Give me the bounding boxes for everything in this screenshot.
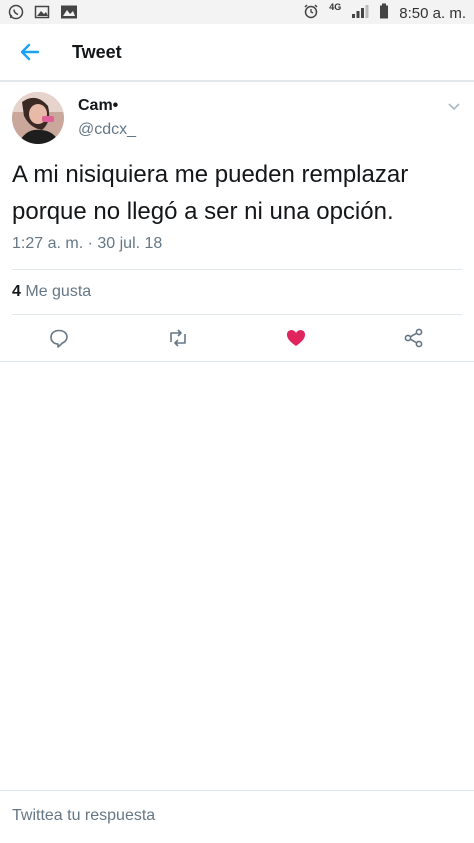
notification-icons <box>8 4 78 25</box>
more-options-button[interactable] <box>446 98 462 114</box>
avatar[interactable] <box>12 92 64 144</box>
like-button[interactable] <box>282 324 310 352</box>
page-title: Tweet <box>72 42 122 62</box>
reply-composer: Twittea tu respuesta <box>0 790 474 843</box>
retweet-button[interactable] <box>164 324 192 352</box>
app-bar: Tweet <box>0 24 474 82</box>
system-icons: 4G 8:50 a. m. <box>303 2 466 23</box>
share-icon <box>404 328 423 348</box>
signal-icon <box>351 3 369 23</box>
alarm-icon <box>303 3 319 23</box>
clock: 8:50 a. m. <box>399 4 466 22</box>
heart-icon <box>287 330 305 346</box>
like-count-label: Me gusta <box>25 283 92 300</box>
chevron-down-icon <box>448 103 460 111</box>
divider <box>12 269 462 270</box>
arrow-left-icon <box>20 43 40 61</box>
reply-button[interactable] <box>45 324 73 352</box>
tweet-actions <box>0 324 474 352</box>
retweet-icon <box>170 329 186 347</box>
status-bar: 4G 8:50 a. m. <box>0 0 474 24</box>
network-type: 4G <box>329 2 342 12</box>
reply-input[interactable]: Twittea tu respuesta <box>12 807 155 825</box>
image-icon <box>34 4 50 25</box>
divider <box>0 361 474 362</box>
divider <box>12 314 462 315</box>
whatsapp-icon <box>8 4 24 25</box>
author-handle[interactable]: @cdcx_ <box>78 121 136 139</box>
battery-icon <box>379 3 389 23</box>
gallery-icon <box>60 4 78 25</box>
reply-icon <box>50 329 68 348</box>
author-name[interactable]: Cam• <box>78 97 118 115</box>
like-count-number: 4 <box>12 283 21 300</box>
tweet-timestamp: 1:27 a. m. · 30 jul. 18 <box>12 235 163 252</box>
avatar-photo-icon <box>12 92 64 144</box>
tweet-text: A mi nisiquiera me pueden remplazar porq… <box>12 161 409 225</box>
back-button[interactable] <box>16 38 44 66</box>
share-button[interactable] <box>400 324 428 352</box>
likes-count[interactable]: 4 Me gusta <box>12 283 91 301</box>
